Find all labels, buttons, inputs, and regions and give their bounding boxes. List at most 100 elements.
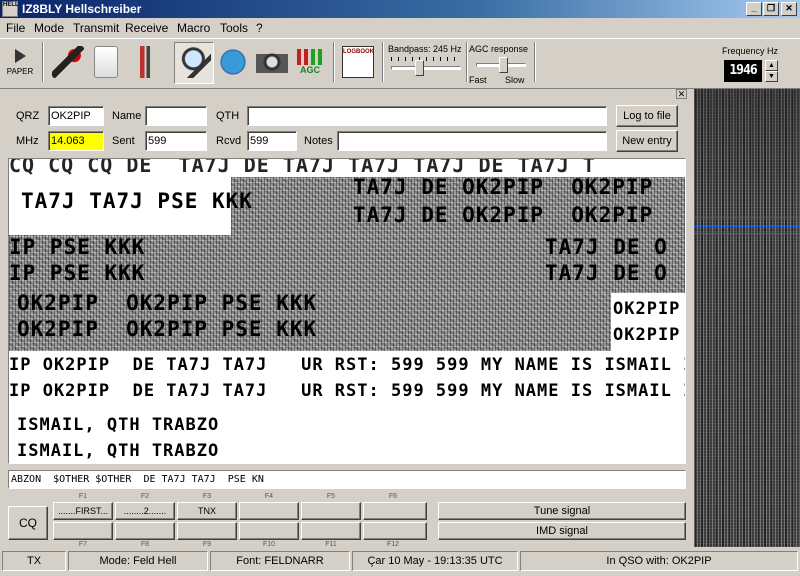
qrz-field[interactable]: OK2PIP bbox=[48, 106, 104, 126]
menu-file[interactable]: File bbox=[6, 21, 25, 35]
play-icon bbox=[14, 48, 26, 63]
qrz-label: QRZ bbox=[16, 110, 40, 122]
maximize-button[interactable]: ❐ bbox=[763, 2, 779, 16]
sent-field[interactable]: 599 bbox=[145, 131, 207, 151]
receive-line: TA7J DE OK2PIP OK2PIP bbox=[353, 175, 654, 199]
menu-bar: File Mode Transmit Receive Macro Tools ? bbox=[0, 19, 800, 37]
f8-label: F8 bbox=[140, 541, 150, 548]
toolbar-separator bbox=[333, 42, 335, 82]
close-button[interactable]: ✕ bbox=[781, 2, 797, 16]
cq-button[interactable]: CQ bbox=[8, 506, 48, 540]
camera-button[interactable] bbox=[254, 42, 290, 82]
status-tx[interactable]: TX bbox=[2, 551, 66, 571]
agc-bars-icon bbox=[297, 49, 323, 65]
frequency-display: 1946 bbox=[724, 60, 762, 82]
toolbar-separator bbox=[534, 42, 536, 82]
notes-label: Notes bbox=[304, 135, 333, 147]
waterfall-shade bbox=[694, 89, 800, 209]
imd-signal-button[interactable]: IMD signal bbox=[438, 522, 686, 540]
f3-label: F3 bbox=[202, 493, 212, 500]
toolbar-separator bbox=[42, 42, 44, 82]
receive-line: TA7J TA7J PSE KKK bbox=[21, 189, 253, 213]
microphone-button[interactable] bbox=[50, 42, 86, 82]
macro-f1-button[interactable]: .......FIRST... bbox=[53, 502, 113, 520]
macro-f12-button[interactable] bbox=[363, 522, 427, 540]
menu-macro[interactable]: Macro bbox=[177, 21, 210, 35]
f5-label: F5 bbox=[326, 493, 336, 500]
receive-line: ISMAIL, QTH TRABZO bbox=[17, 441, 220, 461]
bandpass-label: Bandpass: 245 Hz bbox=[388, 44, 462, 54]
macro-f11-button[interactable] bbox=[301, 522, 361, 540]
rcvd-field[interactable]: 599 bbox=[247, 131, 297, 151]
toolbar-separator bbox=[466, 42, 468, 82]
menu-transmit[interactable]: Transmit bbox=[73, 21, 119, 35]
globe-button[interactable] bbox=[215, 42, 251, 82]
f7-label: F7 bbox=[78, 541, 88, 548]
blue-marker-line bbox=[694, 226, 800, 227]
menu-receive[interactable]: Receive bbox=[125, 21, 168, 35]
log-to-file-button[interactable]: Log to file bbox=[616, 105, 678, 127]
name-label: Name bbox=[112, 110, 142, 122]
magnifier-icon bbox=[179, 46, 211, 78]
receive-line: IP PSE KKK bbox=[9, 235, 146, 259]
mhz-field[interactable]: 14.063 bbox=[48, 131, 104, 151]
receive-line: IP OK2PIP DE TA7J TA7J UR RST: 599 599 M… bbox=[9, 381, 686, 401]
search-button[interactable] bbox=[177, 42, 213, 82]
receive-line: OK2PIP bbox=[613, 325, 681, 345]
frequency-up-button[interactable]: ▲ bbox=[765, 60, 778, 71]
name-field[interactable] bbox=[145, 106, 207, 126]
receive-line: ISMAIL, QTH TRABZO bbox=[17, 415, 220, 435]
camera-icon bbox=[256, 46, 288, 78]
macro-f4-button[interactable] bbox=[239, 502, 299, 520]
receive-line: TA7J DE O bbox=[545, 261, 668, 285]
tune-signal-button[interactable]: Tune signal bbox=[438, 502, 686, 520]
receive-line: TA7J DE OK2PIP OK2PIP bbox=[353, 203, 654, 227]
minimize-button[interactable]: _ bbox=[746, 2, 762, 16]
bandpass-ticks bbox=[391, 57, 461, 61]
status-datetime: Çar 10 May - 19:13:35 UTC bbox=[352, 551, 518, 571]
macro-f8-button[interactable] bbox=[115, 522, 175, 540]
agc-button[interactable]: AGC bbox=[292, 42, 328, 82]
f6-label: F6 bbox=[388, 493, 398, 500]
document-edit-button[interactable] bbox=[88, 42, 124, 82]
menu-tools[interactable]: Tools bbox=[220, 21, 248, 35]
bandpass-slider-thumb[interactable] bbox=[415, 60, 425, 76]
paper-button[interactable]: PAPER bbox=[4, 42, 36, 82]
f2-label: F2 bbox=[140, 493, 150, 500]
tools-button[interactable] bbox=[127, 42, 163, 82]
waterfall-display[interactable] bbox=[694, 89, 800, 547]
receive-line: IP PSE KKK bbox=[9, 261, 146, 285]
notes-field[interactable] bbox=[337, 131, 607, 151]
status-font: Font: FELDNARR bbox=[210, 551, 350, 571]
f1-label: F1 bbox=[78, 493, 88, 500]
macro-f3-button[interactable]: TNX bbox=[177, 502, 237, 520]
frequency-down-button[interactable]: ▼ bbox=[765, 71, 778, 82]
menu-help[interactable]: ? bbox=[256, 21, 263, 35]
qth-field[interactable] bbox=[247, 106, 607, 126]
menu-mode[interactable]: Mode bbox=[34, 21, 64, 35]
receive-line: OK2PIP OK2PIP PSE KKK bbox=[17, 291, 318, 315]
qth-label: QTH bbox=[216, 110, 240, 122]
receive-line: TA7J DE O bbox=[545, 235, 668, 259]
receive-window[interactable]: CQ CQ CQ DE TA7J DE TA7J TA7J TA7J DE TA… bbox=[8, 158, 686, 464]
macro-f9-button[interactable] bbox=[177, 522, 237, 540]
sent-label: Sent bbox=[112, 135, 135, 147]
macro-f10-button[interactable] bbox=[239, 522, 299, 540]
logbook-label: LOGBOOK bbox=[343, 49, 374, 55]
toolbar-separator bbox=[382, 42, 384, 82]
bandpass-slider[interactable] bbox=[391, 66, 461, 70]
agc-response-slider-thumb[interactable] bbox=[498, 57, 508, 73]
paper-label: PAPER bbox=[6, 66, 34, 76]
logbook-button[interactable]: LOGBOOK bbox=[338, 42, 378, 82]
macro-f2-button[interactable]: ........2....... bbox=[115, 502, 175, 520]
agc-fast-label: Fast bbox=[469, 75, 487, 85]
macro-f6-button[interactable] bbox=[363, 502, 427, 520]
agc-label: AGC bbox=[300, 65, 320, 75]
macro-f5-button[interactable] bbox=[301, 502, 361, 520]
f4-label: F4 bbox=[264, 493, 274, 500]
close-panel-icon[interactable]: ✕ bbox=[676, 89, 687, 99]
logbook-icon: LOGBOOK bbox=[342, 46, 374, 78]
transmit-text-field[interactable]: ABZON $OTHER $OTHER DE TA7J TA7J PSE KN bbox=[8, 470, 686, 489]
new-entry-button[interactable]: New entry bbox=[616, 130, 678, 152]
macro-f7-button[interactable] bbox=[53, 522, 113, 540]
